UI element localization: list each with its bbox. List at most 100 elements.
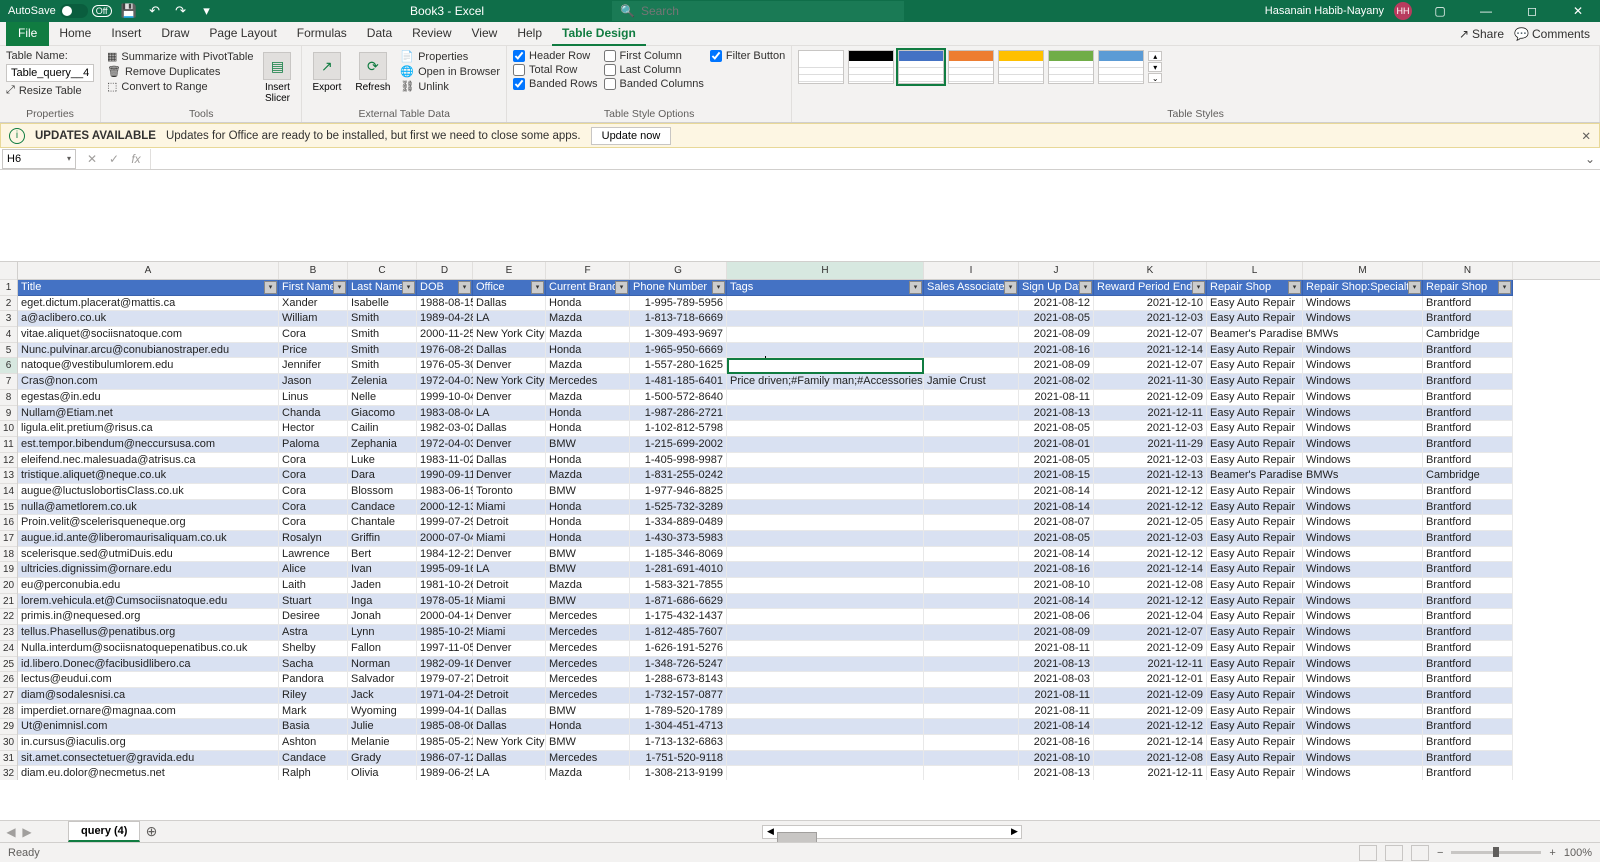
cell[interactable]: 2021-12-07 (1094, 625, 1207, 641)
cell[interactable]: Brantford (1423, 453, 1513, 469)
cell[interactable]: 2021-12-01 (1094, 672, 1207, 688)
cell[interactable]: 2021-08-13 (1019, 406, 1094, 422)
insert-slicer-button[interactable]: ▤ Insert Slicer (259, 50, 295, 106)
share-button[interactable]: ↗ Share (1459, 27, 1504, 41)
cell[interactable] (727, 766, 924, 780)
cell[interactable]: Price driven;#Family man;#Accessories (727, 374, 924, 390)
cell[interactable]: Windows (1303, 437, 1423, 453)
cell[interactable]: 1983-11-02 (417, 453, 473, 469)
cell[interactable]: 1985-08-06 (417, 719, 473, 735)
cell[interactable] (727, 594, 924, 610)
filter-dropdown-icon[interactable]: ▾ (615, 281, 628, 294)
cell[interactable]: Windows (1303, 374, 1423, 390)
cell[interactable]: 2021-08-16 (1019, 343, 1094, 359)
cell[interactable]: Rosalyn (279, 531, 348, 547)
cell[interactable]: id.libero.Donec@facibusidlibero.ca (18, 657, 279, 673)
cell[interactable]: Cora (279, 500, 348, 516)
cell[interactable]: 1982-03-02 (417, 421, 473, 437)
cell[interactable]: 1-185-346-8069 (630, 547, 727, 563)
cell[interactable]: Norman (348, 657, 417, 673)
select-all-corner[interactable] (0, 262, 17, 280)
minimize-button[interactable]: — (1468, 0, 1504, 22)
cell[interactable]: 1-308-213-9199 (630, 766, 727, 780)
filter-dropdown-icon[interactable]: ▾ (264, 281, 277, 294)
cell[interactable]: Windows (1303, 531, 1423, 547)
cell[interactable]: 1-965-950-6669 (630, 343, 727, 359)
cell[interactable]: Windows (1303, 311, 1423, 327)
name-box[interactable]: H6▾ (2, 149, 76, 169)
cell[interactable]: Windows (1303, 688, 1423, 704)
row-header[interactable]: 30 (0, 735, 17, 751)
cell[interactable] (924, 515, 1019, 531)
cell[interactable]: BMW (546, 562, 630, 578)
cell[interactable]: LA (473, 766, 546, 780)
cell[interactable] (727, 688, 924, 704)
cell[interactable]: Mercedes (546, 641, 630, 657)
cell[interactable]: 1-102-812-5798 (630, 421, 727, 437)
filter-dropdown-icon[interactable]: ▾ (1192, 281, 1205, 294)
cell[interactable]: primis.in@nequesed.org (18, 609, 279, 625)
enter-formula-icon[interactable]: ✓ (106, 152, 122, 166)
row-header[interactable]: 11 (0, 437, 17, 453)
cell[interactable]: Windows (1303, 406, 1423, 422)
cell[interactable]: Windows (1303, 500, 1423, 516)
cell[interactable] (727, 735, 924, 751)
cell[interactable]: Brantford (1423, 735, 1513, 751)
filter-dropdown-icon[interactable]: ▾ (1079, 281, 1092, 294)
cell[interactable]: Easy Auto Repair (1207, 515, 1303, 531)
cell[interactable]: Easy Auto Repair (1207, 609, 1303, 625)
row-header[interactable]: 17 (0, 531, 17, 547)
cell[interactable] (727, 578, 924, 594)
column-header-E[interactable]: E (473, 262, 546, 279)
cell[interactable]: 2021-11-30 (1094, 374, 1207, 390)
table-header-cell[interactable]: Sales Associate▾ (924, 280, 1019, 296)
cell[interactable]: Dallas (473, 751, 546, 767)
last-col-check[interactable]: Last Column (604, 64, 704, 76)
undo-icon[interactable]: ↶ (146, 2, 164, 20)
cell[interactable]: a@aclibero.co.uk (18, 311, 279, 327)
cell[interactable]: Cora (279, 468, 348, 484)
cell[interactable]: Dallas (473, 453, 546, 469)
cell[interactable]: Brantford (1423, 625, 1513, 641)
cell[interactable] (727, 453, 924, 469)
cell[interactable]: 1-812-485-7607 (630, 625, 727, 641)
cell[interactable] (924, 500, 1019, 516)
cell[interactable] (924, 296, 1019, 312)
cell[interactable]: Brantford (1423, 641, 1513, 657)
filter-dropdown-icon[interactable]: ▾ (1408, 281, 1421, 294)
cell[interactable] (924, 390, 1019, 406)
cell[interactable]: 1999-04-10 (417, 704, 473, 720)
cell[interactable]: Astra (279, 625, 348, 641)
cell[interactable]: 1984-12-21 (417, 547, 473, 563)
cell[interactable] (727, 484, 924, 500)
cell[interactable] (924, 578, 1019, 594)
row-header[interactable]: 19 (0, 562, 17, 578)
cell[interactable]: augue.id.ante@liberomaurisaliquam.co.uk (18, 531, 279, 547)
cell[interactable]: 1-334-889-0489 (630, 515, 727, 531)
cell[interactable] (924, 562, 1019, 578)
close-button[interactable]: ✕ (1560, 0, 1596, 22)
horizontal-scrollbar[interactable]: ◀ ▶ (762, 825, 1022, 839)
cell[interactable]: 2021-08-05 (1019, 421, 1094, 437)
cell[interactable] (924, 751, 1019, 767)
cell[interactable]: Miami (473, 500, 546, 516)
cell[interactable] (727, 296, 924, 312)
cell[interactable]: Brantford (1423, 421, 1513, 437)
cell[interactable]: Ashton (279, 735, 348, 751)
cell[interactable]: Denver (473, 609, 546, 625)
cell[interactable]: Dara (348, 468, 417, 484)
cell[interactable] (727, 609, 924, 625)
cell[interactable]: 1-789-520-1789 (630, 704, 727, 720)
search-input[interactable] (641, 4, 896, 18)
cell[interactable]: 2021-08-11 (1019, 641, 1094, 657)
cell[interactable] (924, 468, 1019, 484)
cell[interactable]: 2021-08-11 (1019, 704, 1094, 720)
cell[interactable]: Desiree (279, 609, 348, 625)
cell[interactable] (924, 453, 1019, 469)
tab-file[interactable]: File (6, 22, 49, 46)
cell[interactable]: Mazda (546, 468, 630, 484)
sheet-tab-active[interactable]: query (4) (68, 821, 140, 842)
cell[interactable]: 2021-08-02 (1019, 374, 1094, 390)
cell[interactable] (924, 437, 1019, 453)
cell[interactable]: 1989-06-25 (417, 766, 473, 780)
